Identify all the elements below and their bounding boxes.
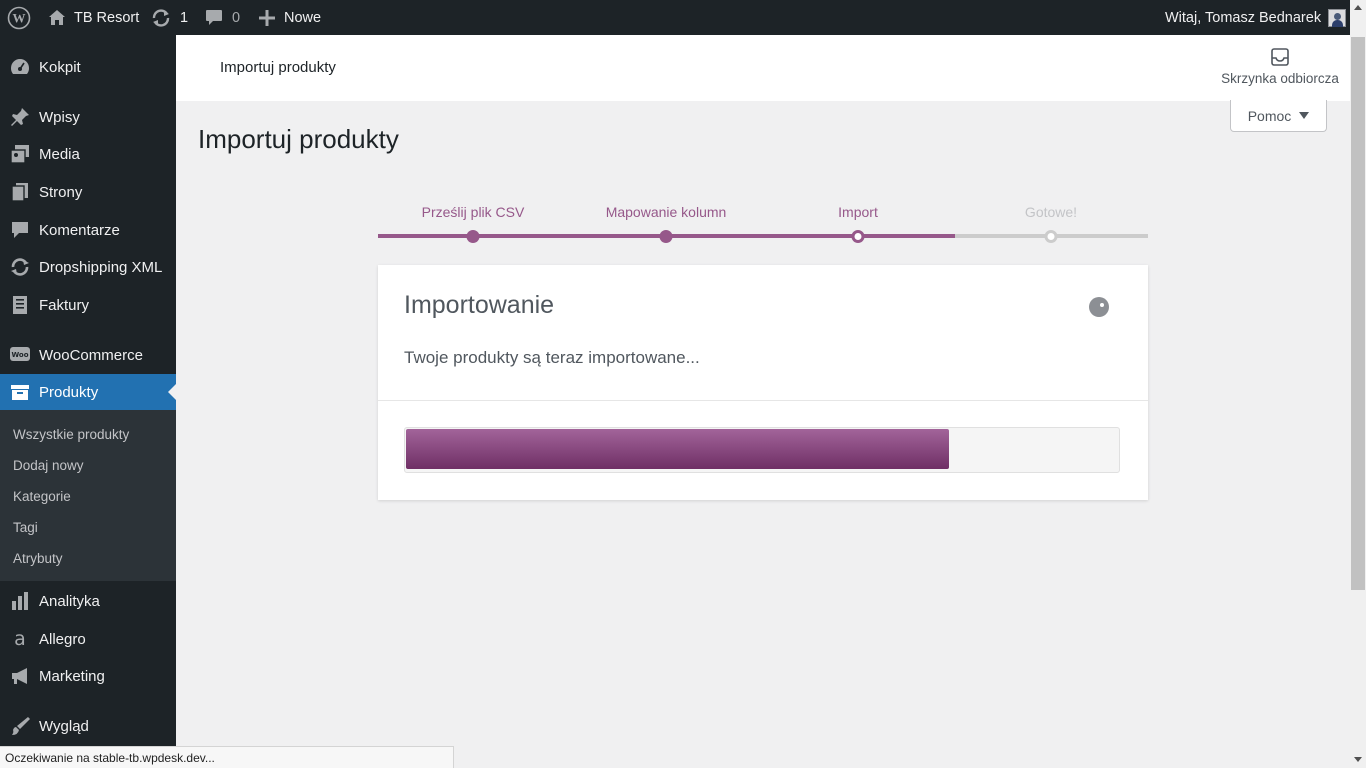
menu-label: Kokpit: [39, 58, 81, 76]
updates-link[interactable]: 1: [151, 0, 188, 35]
menu-item-faktury[interactable]: Faktury: [0, 287, 176, 323]
menu-label: Marketing: [39, 667, 105, 685]
invoice-icon: [9, 294, 31, 316]
comment-bubble-icon: [205, 9, 223, 26]
card-description: Twoje produkty są teraz importowane...: [404, 348, 700, 367]
submenu-attributes[interactable]: Atrybuty: [13, 551, 63, 566]
new-content-link[interactable]: Nowe: [259, 0, 321, 35]
my-account-link[interactable]: Witaj, Tomasz Bednarek: [1165, 0, 1347, 35]
menu-item-dropshipping-xml[interactable]: Dropshipping XML: [0, 249, 176, 285]
menu-label: Wpisy: [39, 108, 80, 126]
help-button[interactable]: Pomoc: [1230, 100, 1327, 132]
greeting: Witaj, Tomasz Bednarek: [1165, 9, 1322, 26]
import-progress-bar: [404, 427, 1120, 473]
card-divider: [378, 400, 1148, 401]
step-dot-upload: [466, 230, 480, 243]
inbox-icon: [1210, 47, 1350, 67]
media-icon: [9, 143, 31, 165]
admin-sidebar: Kokpit Wpisy Media Strony Komentarze Dro…: [0, 35, 176, 768]
submenu-tags[interactable]: Tagi: [13, 520, 38, 535]
home-icon: [48, 9, 66, 26]
avatar: [1328, 8, 1347, 27]
menu-label: Faktury: [39, 296, 90, 314]
new-label: Nowe: [284, 9, 322, 26]
menu-item-allegro[interactable]: a Allegro: [0, 621, 176, 657]
step-dot-done: [1044, 230, 1058, 243]
pin-icon: [9, 106, 31, 128]
plus-icon: [259, 9, 275, 26]
wordpress-logo-icon[interactable]: W: [7, 0, 31, 35]
step-label-mapping: Mapowanie kolumn: [605, 204, 727, 220]
sync-icon: [9, 256, 31, 278]
allegro-icon: a: [9, 628, 31, 650]
dashboard-icon: [9, 56, 31, 78]
help-label: Pomoc: [1247, 107, 1292, 124]
page-title: Importuj produkty: [198, 124, 399, 154]
menu-label: WooCommerce: [39, 346, 143, 364]
scroll-thumb[interactable]: [1351, 37, 1365, 590]
menu-label: Analityka: [39, 592, 100, 610]
svg-text:a: a: [14, 628, 26, 650]
brush-icon: [9, 715, 31, 737]
chart-icon: [9, 590, 31, 612]
step-label-import: Import: [838, 204, 878, 220]
scroll-down-arrow-icon[interactable]: [1354, 757, 1362, 762]
import-progress-fill: [406, 429, 949, 469]
import-card: Importowanie Twoje produkty są teraz imp…: [378, 265, 1148, 500]
import-steps: Prześlij plik CSV Mapowanie kolumn Impor…: [378, 204, 1148, 248]
submenu-all-products[interactable]: Wszystkie produkty: [13, 427, 129, 442]
site-name: TB Resort: [74, 9, 140, 26]
step-label-done: Gotowe!: [1024, 204, 1078, 220]
products-submenu: Wszystkie produkty Dodaj nowy Kategorie …: [0, 410, 176, 581]
menu-item-woocommerce[interactable]: Woo WooCommerce: [0, 337, 176, 373]
scroll-up-arrow-icon[interactable]: [1354, 5, 1362, 10]
menu-label: Wygląd: [39, 717, 89, 735]
menu-label: Produkty: [39, 383, 99, 401]
step-dot-import: [851, 230, 865, 243]
admin-bar: W TB Resort 1 0 Nowe Witaj, Tomasz Bedna…: [0, 0, 1366, 35]
menu-item-wyglad[interactable]: Wygląd: [0, 708, 176, 744]
megaphone-icon: [9, 665, 31, 687]
submenu-categories[interactable]: Kategorie: [13, 489, 71, 504]
menu-item-produkty[interactable]: Produkty: [0, 374, 176, 410]
caret-down-icon: [1299, 112, 1310, 119]
menu-label: Allegro: [39, 630, 86, 648]
inbox-button[interactable]: Skrzynka odbiorcza: [1210, 47, 1350, 86]
updates-icon: [151, 8, 171, 27]
menu-item-media[interactable]: Media: [0, 136, 176, 172]
woo-icon: Woo: [9, 344, 31, 366]
header-title: Importuj produkty: [220, 59, 336, 76]
site-name-link[interactable]: TB Resort: [48, 0, 139, 35]
loading-spinner-icon: [1089, 297, 1109, 317]
menu-item-analityka[interactable]: Analityka: [0, 583, 176, 619]
menu-item-strony[interactable]: Strony: [0, 174, 176, 210]
step-label-upload: Prześlij plik CSV: [421, 204, 525, 220]
svg-text:Woo: Woo: [11, 351, 28, 359]
archive-icon: [9, 381, 31, 403]
comments-count: 0: [232, 9, 241, 26]
comment-icon: [9, 219, 31, 241]
updates-count: 1: [180, 9, 189, 26]
svg-text:W: W: [13, 10, 26, 25]
menu-item-kokpit[interactable]: Kokpit: [0, 49, 176, 85]
menu-item-marketing[interactable]: Marketing: [0, 658, 176, 694]
browser-status-bar: Oczekiwanie na stable-tb.wpdesk.dev...: [0, 746, 454, 768]
inbox-label: Skrzynka odbiorcza: [1221, 71, 1339, 86]
comments-link[interactable]: 0: [205, 0, 240, 35]
woocommerce-header: Importuj produkty Skrzynka odbiorcza: [176, 35, 1350, 101]
page-scrollbar[interactable]: [1350, 0, 1366, 768]
menu-item-wpisy[interactable]: Wpisy: [0, 99, 176, 135]
menu-item-komentarze[interactable]: Komentarze: [0, 212, 176, 248]
step-dot-mapping: [659, 230, 673, 243]
menu-label: Komentarze: [39, 221, 120, 239]
pages-icon: [9, 181, 31, 203]
card-title: Importowanie: [404, 291, 555, 319]
menu-label: Dropshipping XML: [39, 258, 163, 276]
menu-label: Media: [39, 145, 80, 163]
submenu-add-new[interactable]: Dodaj nowy: [13, 458, 84, 473]
menu-label: Strony: [39, 183, 83, 201]
